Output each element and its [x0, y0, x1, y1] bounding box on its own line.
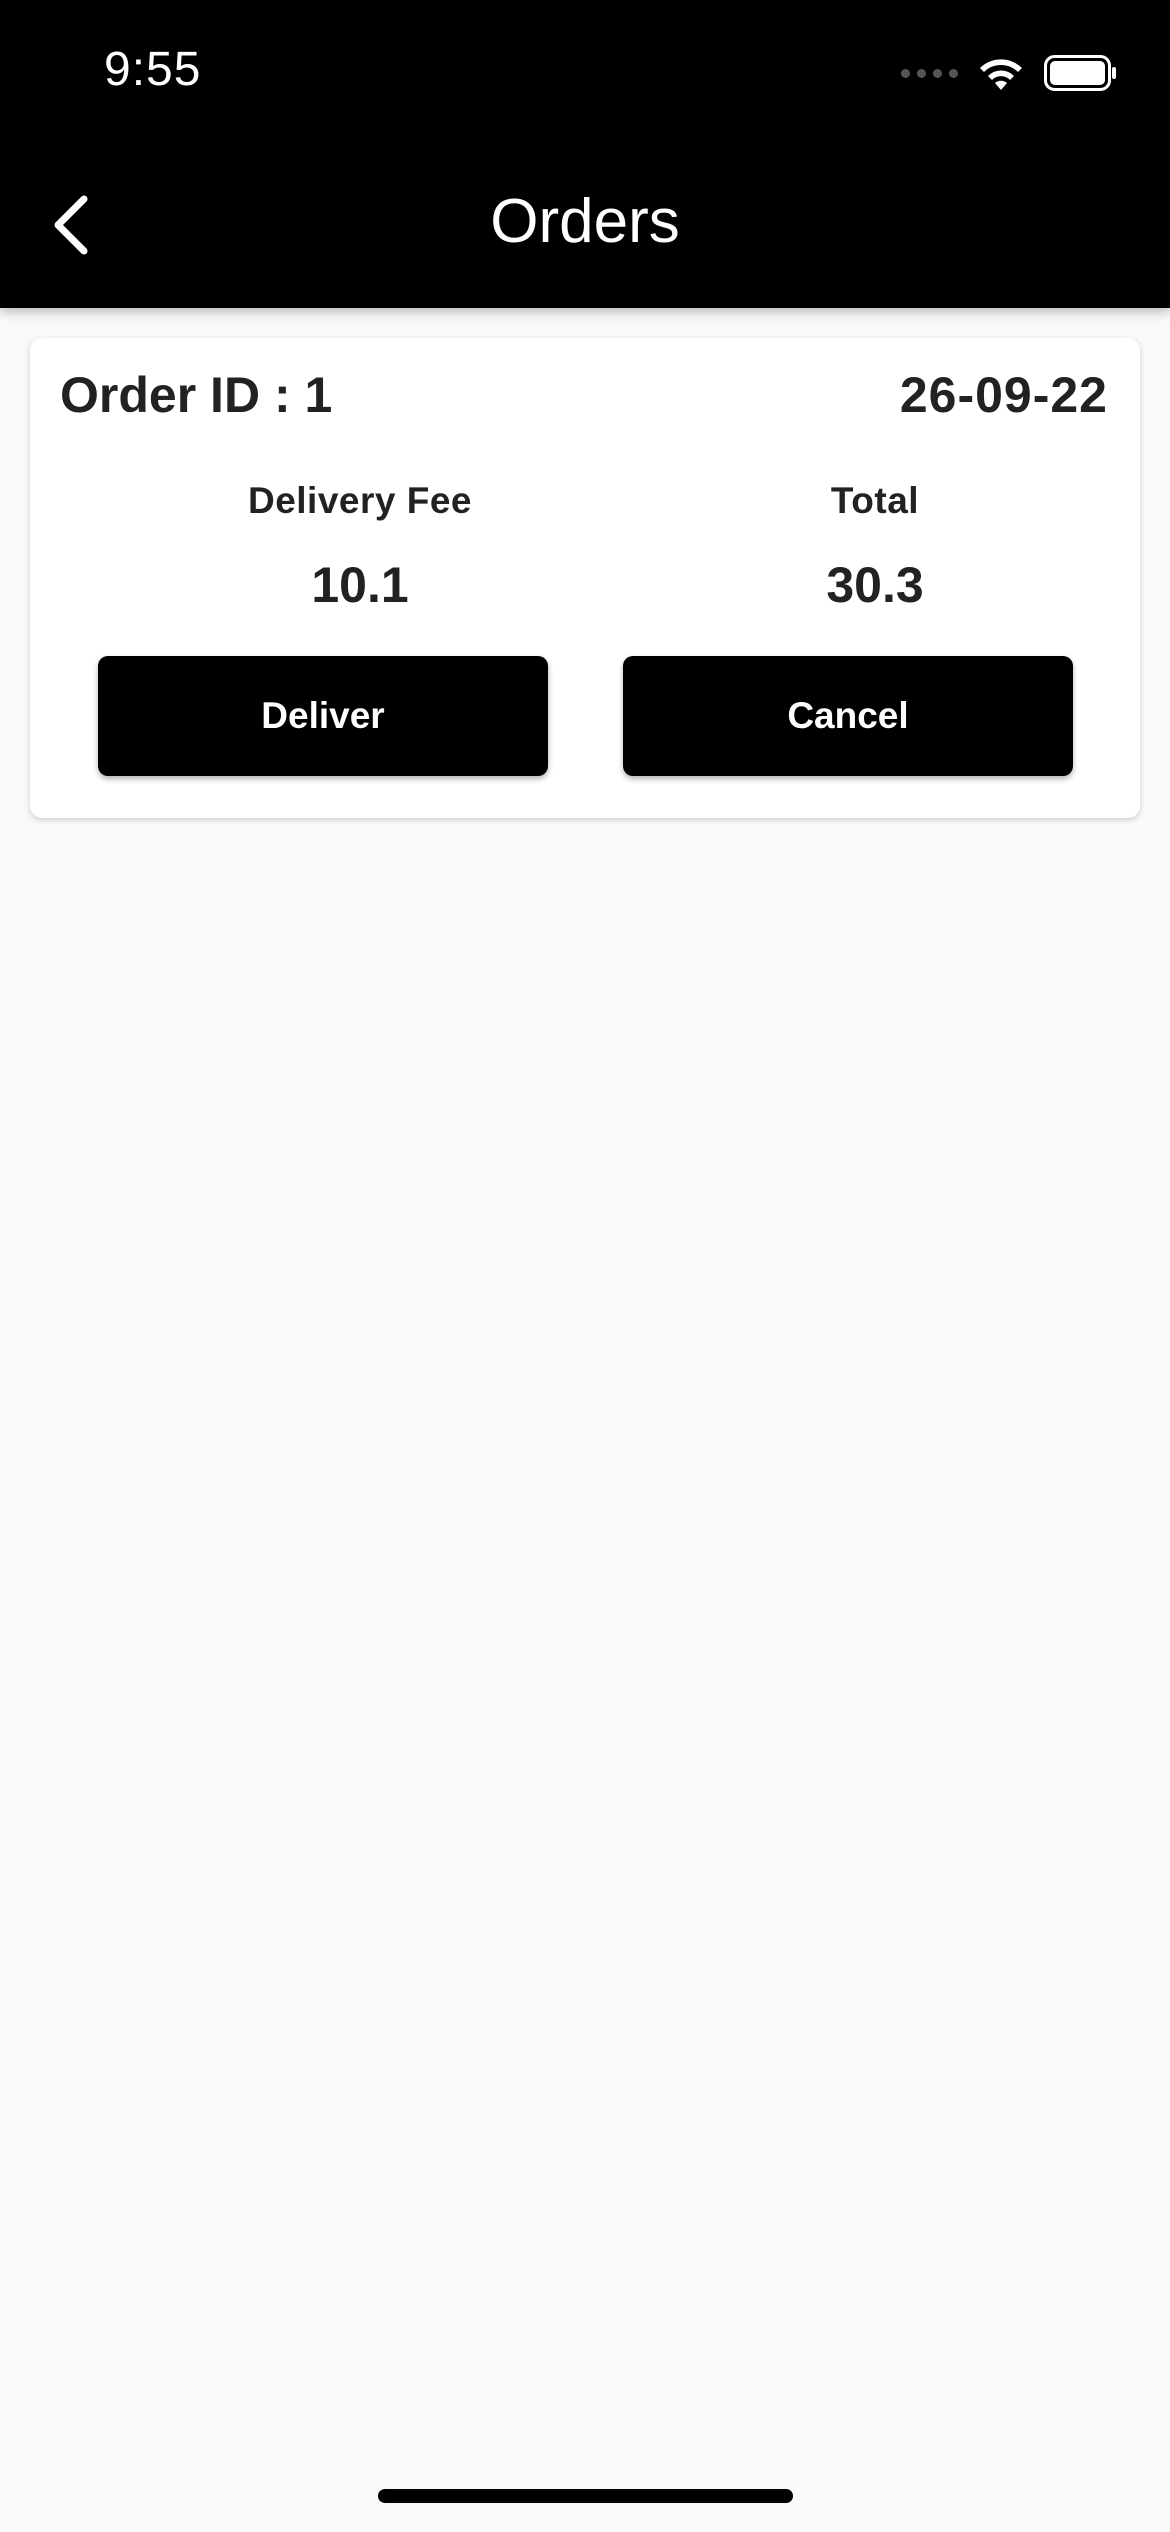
orders-screen: 9:55 Orders Order ID: 1 26-09-22 Delive… [0, 0, 1170, 2532]
total-value: 30.3 [826, 557, 924, 613]
order-date: 26-09-22 [899, 367, 1108, 423]
delivery-fee-value: 10.1 [311, 557, 409, 613]
home-indicator [378, 2489, 793, 2503]
signal-icon [901, 68, 958, 78]
order-card: Order ID : 1 26-09-22 Delivery Fee 10.1 … [30, 338, 1140, 818]
delivery-fee-label: Delivery Fee [247, 480, 473, 521]
app-header: 9:55 Orders [0, 0, 1170, 308]
delivery-fee-block: Delivery Fee 10.1 [110, 480, 610, 614]
total-block: Total 30.3 [625, 480, 1125, 614]
cancel-button[interactable]: Cancel [623, 656, 1073, 776]
deliver-button[interactable]: Deliver [98, 656, 548, 776]
order-id: Order ID : 1 [60, 367, 333, 423]
battery-icon [1044, 55, 1118, 91]
wifi-icon [976, 54, 1026, 92]
total-label: Total [830, 480, 920, 521]
page-title: Orders [490, 187, 680, 256]
status-time: 9:55 [104, 43, 202, 96]
status-icons [901, 48, 1118, 98]
